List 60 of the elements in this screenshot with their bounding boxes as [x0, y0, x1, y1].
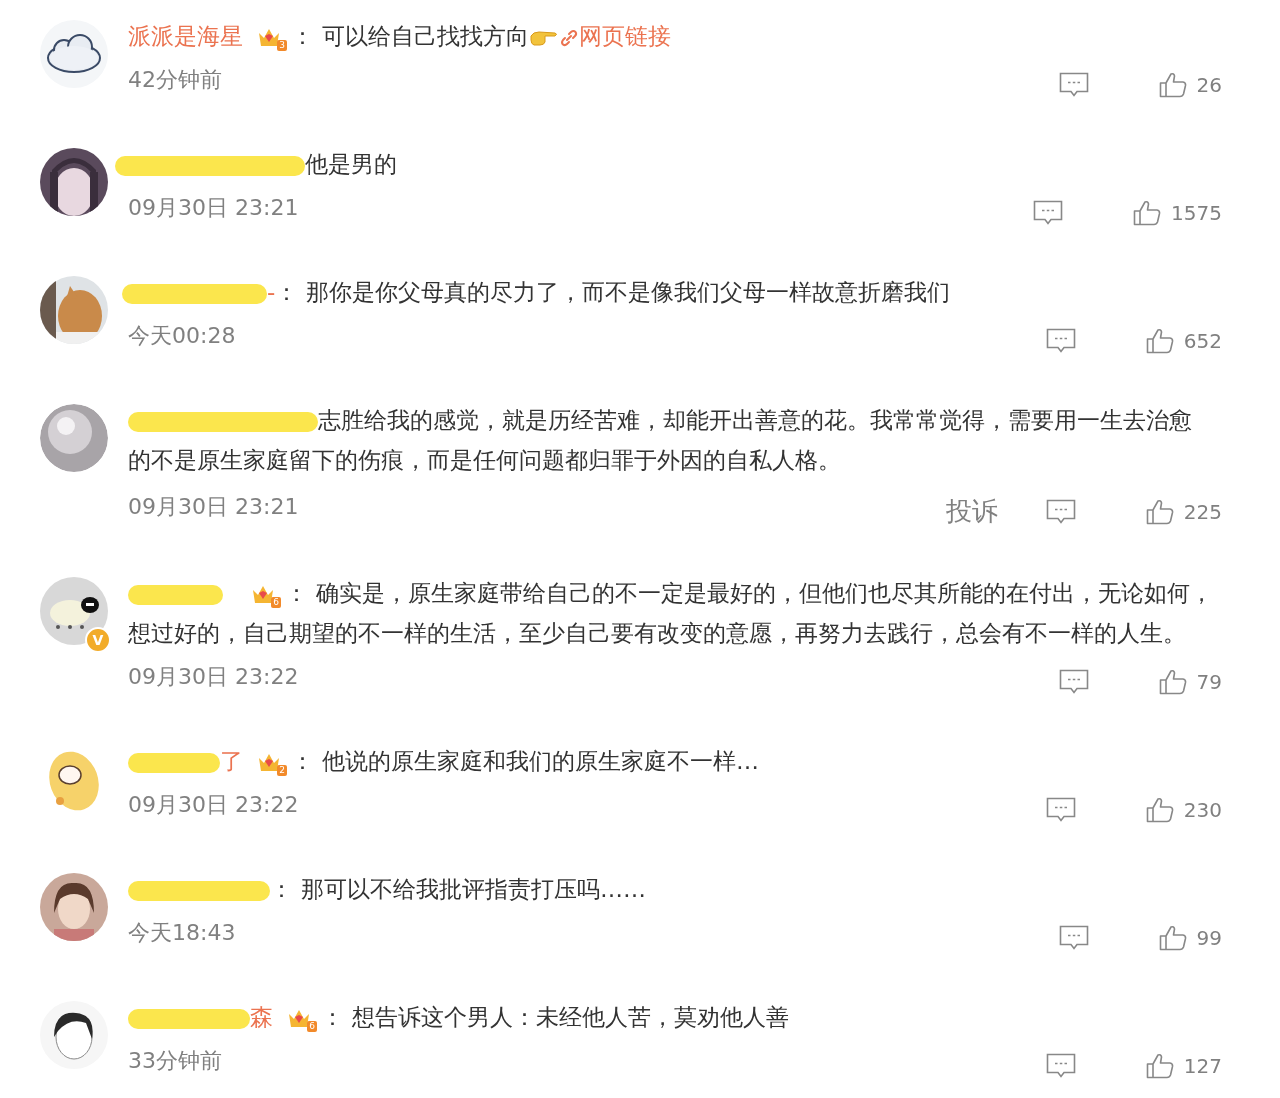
comment-text: 他说的原生家庭和我们的原生家庭不一样…: [322, 748, 759, 774]
timestamp: 33分钟前: [128, 1047, 222, 1075]
comment-text: 想告诉这个男人：未经他人苦，莫劝他人善: [352, 1004, 789, 1030]
level-number: 6: [271, 596, 281, 608]
like-button[interactable]: 79: [1158, 669, 1222, 695]
thumbs-up-icon: [1158, 669, 1187, 695]
thumbs-up-icon: [1145, 328, 1174, 354]
username[interactable]: 了: [220, 748, 243, 774]
comment-text: 他是男的: [305, 151, 397, 177]
comment-icon[interactable]: [1045, 498, 1076, 525]
comment-text: 那可以不给我批评指责打压吗……: [301, 876, 646, 902]
comment-text: 可以给自己找找方向: [322, 23, 529, 49]
web-link[interactable]: 网页链接: [559, 23, 671, 49]
comment-icon[interactable]: [1033, 200, 1064, 226]
comment-text: 确实是，原生家庭带给自己的不一定是最好的，但他们也尽其所能的在付出，无论如何，: [316, 580, 1213, 606]
like-button[interactable]: 1575: [1133, 200, 1222, 226]
level-number: 3: [277, 39, 287, 51]
level-number: 2: [277, 764, 287, 776]
comment-icon[interactable]: [1058, 669, 1089, 695]
timestamp: 09月30日 23:21: [128, 492, 299, 521]
comment-text: 想过好的，自己期望的不一样的生活，至少自己要有改变的意愿，再努力去践行，总会有不一样的人生。: [128, 619, 1186, 648]
like-button[interactable]: 652: [1145, 328, 1222, 354]
like-button[interactable]: 99: [1158, 925, 1222, 951]
like-button[interactable]: 230: [1145, 797, 1222, 823]
comment-icon[interactable]: [1058, 925, 1089, 951]
like-button[interactable]: 127: [1145, 1053, 1222, 1079]
level-number: 6: [307, 1020, 317, 1032]
username[interactable]: 派派是海星: [128, 23, 243, 49]
thumbs-up-icon: [1133, 200, 1162, 226]
thumbs-up-icon: [1145, 498, 1174, 525]
comment-icon[interactable]: [1045, 1053, 1076, 1079]
colon-text: ：: [291, 748, 314, 774]
thumbs-up-icon: [1158, 925, 1187, 951]
comment-icon[interactable]: [1058, 72, 1089, 98]
thumbs-up-icon: [1145, 797, 1174, 823]
colon-text: ：: [291, 23, 314, 49]
report-link[interactable]: 投诉: [945, 494, 998, 529]
comment-text: 那你是你父母真的尽力了，而不是像我们父母一样故意折磨我们: [306, 279, 951, 305]
like-button[interactable]: 225: [1145, 498, 1222, 525]
username[interactable]: -: [267, 279, 276, 305]
colon-text: ：: [285, 580, 308, 606]
thumbs-up-icon: [1145, 1053, 1174, 1079]
colon-text: ：: [275, 279, 299, 305]
link-icon: [559, 27, 579, 48]
comment-icon[interactable]: [1045, 797, 1076, 823]
timestamp: 09月30日 23:22: [128, 791, 299, 819]
username[interactable]: 森: [250, 1004, 273, 1030]
comment-icon[interactable]: [1045, 328, 1076, 354]
timestamp: 09月30日 23:21: [128, 194, 299, 222]
colon-text: ：: [321, 1004, 344, 1030]
timestamp: 42分钟前: [128, 66, 222, 94]
comment-text: 志胜给我的感觉，就是历经苦难，却能开出善意的花。我常常觉得，需要用一生去治愈: [318, 407, 1192, 433]
colon-text: ：: [270, 876, 293, 902]
verified-badge: V: [85, 627, 111, 653]
timestamp: 今天18:43: [128, 919, 236, 947]
timestamp: 今天00:28: [128, 322, 236, 350]
timestamp: 09月30日 23:22: [128, 663, 299, 691]
comment-text: 的不是原生家庭留下的伤痕，而是任何问题都归罪于外因的自私人格。: [128, 446, 841, 475]
thumbs-up-icon: [1158, 72, 1187, 98]
like-button[interactable]: 26: [1158, 72, 1222, 98]
